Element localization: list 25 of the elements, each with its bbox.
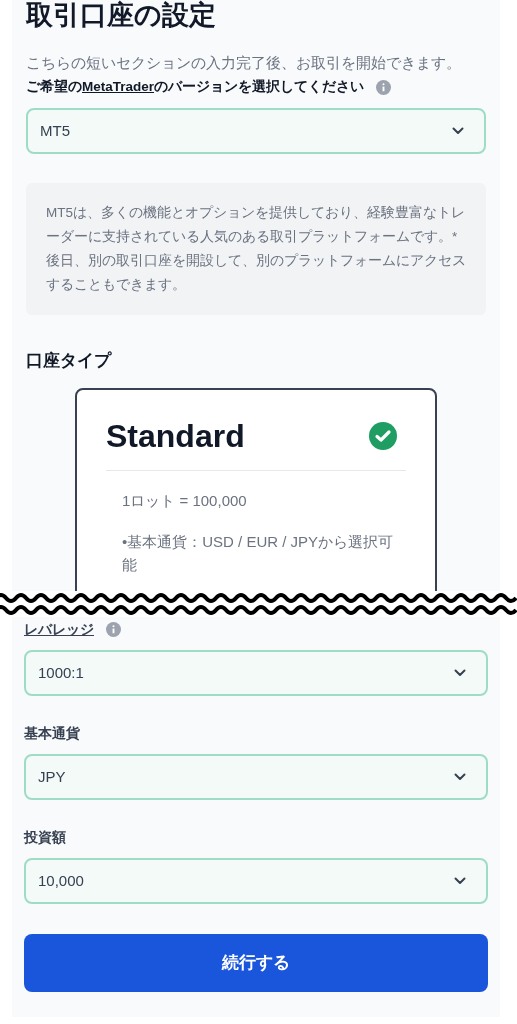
page-title: 取引口座の設定 — [26, 0, 217, 32]
description-text: こちらの短いセクションの入力完了後、お取引を開始できます。 — [26, 53, 462, 73]
chevron-down-icon — [454, 669, 466, 677]
dropdown-select[interactable]: MT5 — [26, 108, 486, 154]
card-title: Standard — [106, 417, 245, 456]
field-label: レバレッジ — [24, 619, 94, 639]
continue-button[interactable]: 続行する — [24, 934, 488, 992]
platform-info-text: MT5は、多くの機能とオプションを提供しており、経験豊富なトレーダーに支持されている人気のある取引プラットフォームです。*後日、別の取引口座を開設して、別のプラットフォームにアクセスすることもできます。 — [46, 204, 466, 294]
feature-text: •基本通貨：USD / EUR / JPYから選択可能 — [122, 532, 395, 575]
chevron-down-icon — [454, 877, 466, 885]
check-circle-icon — [368, 421, 398, 451]
info-icon[interactable] — [376, 79, 392, 95]
section-heading: 口座タイプ — [26, 350, 113, 372]
info-icon[interactable] — [106, 621, 121, 637]
metatrader-link[interactable]: MetaTrader — [82, 79, 155, 94]
field-label: 投資額 — [24, 827, 66, 847]
dropdown-select[interactable]: JPY — [24, 754, 488, 800]
chevron-down-icon — [454, 773, 466, 781]
platform-prompt: ご希望のMetaTraderのバージョンを選択してください — [26, 78, 365, 96]
dropdown-select[interactable]: 10,000 — [24, 858, 488, 904]
feature-text: 1ロット = 100,000 — [122, 491, 248, 511]
field-label: 基本通貨 — [24, 723, 80, 743]
chevron-down-icon — [452, 127, 464, 135]
dropdown-select[interactable]: 1000:1 — [24, 650, 488, 696]
account-type-card[interactable]: Standard 1ロット = 100,000 •基本通貨：USD / EUR / JPYから選択可能 — [75, 388, 437, 591]
